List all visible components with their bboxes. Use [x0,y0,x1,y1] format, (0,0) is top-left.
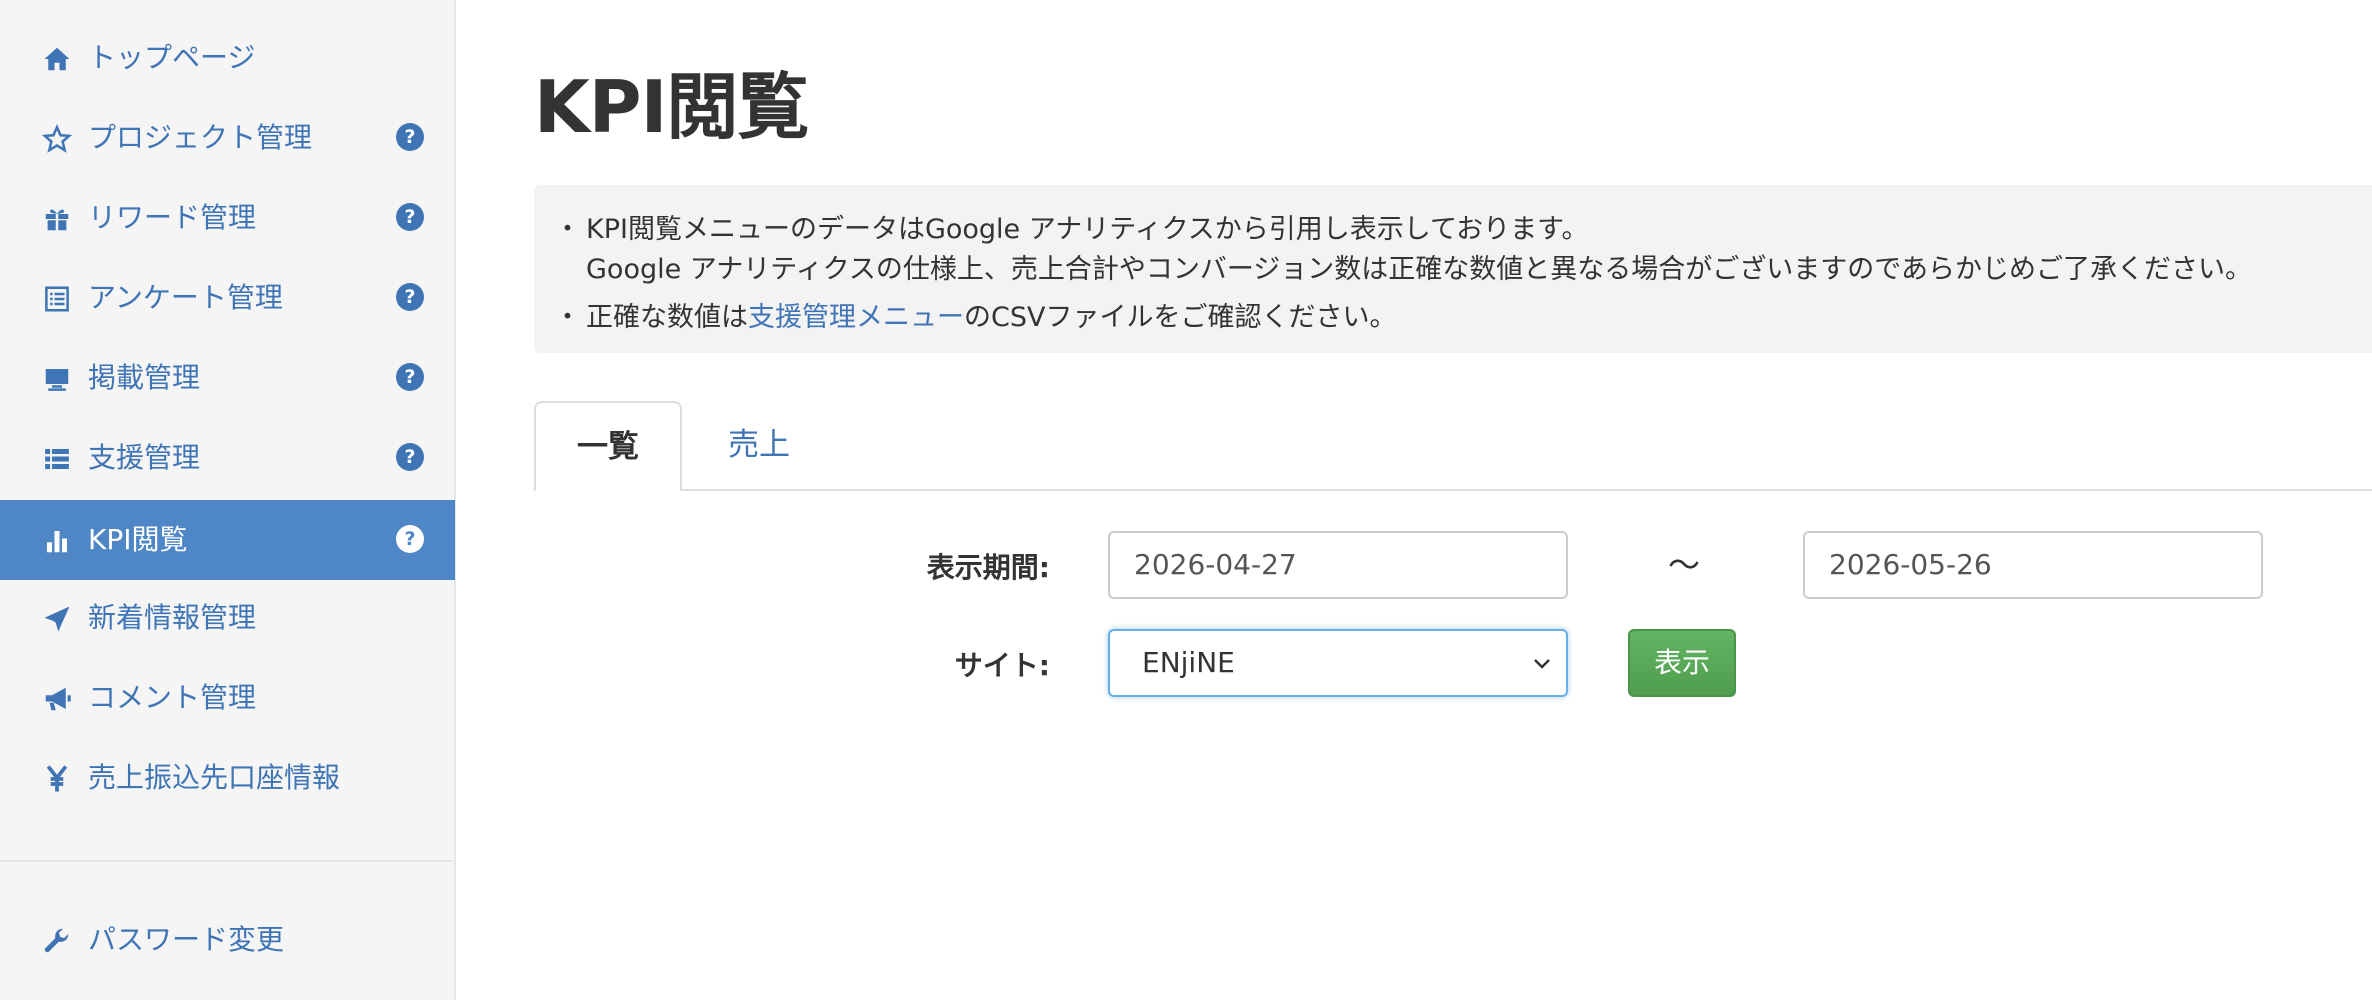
bar-chart-icon [40,524,74,558]
monitor-icon [40,362,74,396]
site-select[interactable]: ENjiNE [1108,629,1568,697]
sidebar-item-label: トップページ [88,41,256,74]
sidebar-item-kpi[interactable]: KPI閲覧 ? [0,500,455,580]
megaphone-icon [40,682,74,716]
star-icon [40,122,74,156]
help-icon[interactable]: ? [396,443,424,471]
notice-box: ・ KPI閲覧メニューのデータはGoogle アナリティクスから引用し表示してお… [534,185,2372,353]
period-label: 表示期間: [926,551,1050,584]
support-menu-link[interactable]: 支援管理メニュー [748,302,964,333]
notice-line: KPI閲覧メニューのデータはGoogle アナリティクスから引用し表示しておりま… [586,214,1589,245]
sidebar-item-bank-account[interactable]: 売上振込先口座情報 [0,738,455,818]
sidebar-item-password-change[interactable]: パスワード変更 [0,900,455,980]
sidebar-item-label: KPI閲覧 [88,523,188,556]
sidebar-item-support[interactable]: 支援管理 ? [0,418,455,498]
sidebar-item-survey[interactable]: アンケート管理 ? [0,258,455,338]
help-icon[interactable]: ? [396,363,424,391]
bullet-mark: ・ [554,214,581,245]
sidebar-item-project[interactable]: プロジェクト管理 ? [0,98,455,178]
help-icon[interactable]: ? [396,203,424,231]
sidebar-item-label: 新着情報管理 [88,601,257,634]
home-icon [40,42,74,76]
date-to-input[interactable]: 2026-05-26 [1803,531,2263,599]
range-separator: 〜 [1668,546,1701,584]
help-icon[interactable]: ? [396,525,424,553]
sidebar-item-listing[interactable]: 掲載管理 ? [0,338,455,418]
sidebar-item-label: パスワード変更 [88,923,285,956]
notice-text: のCSVファイルをご確認ください。 [964,302,1397,333]
sidebar-divider [0,860,455,862]
list-icon [40,442,74,476]
sidebar-item-label: コメント管理 [88,681,257,714]
sidebar-item-label: 売上振込先口座情報 [88,761,341,794]
display-button[interactable]: 表示 [1628,629,1736,697]
sidebar-item-reward[interactable]: リワード管理 ? [0,178,455,258]
tab-list[interactable]: 一覧 [534,401,682,492]
sidebar-item-label: リワード管理 [88,201,257,234]
date-from-input[interactable]: 2026-04-27 [1108,531,1568,599]
wrench-icon [40,924,74,958]
site-select-value: ENjiNE [1142,646,1235,679]
sidebar-item-comments[interactable]: コメント管理 [0,658,455,738]
notice-line: Google アナリティクスの仕様上、売上合計やコンバージョン数は正確な数値と異… [586,254,2253,285]
sidebar: トップページ プロジェクト管理 ? リワード管理 ? アンケート管理 ? 掲載管… [0,0,456,1000]
help-icon[interactable]: ? [396,123,424,151]
sidebar-item-label: 掲載管理 [88,361,201,394]
sidebar-item-label: アンケート管理 [88,281,283,314]
tab-sales[interactable]: 売上 [700,401,818,491]
sidebar-item-label: 支援管理 [88,441,201,474]
notice-text: 正確な数値は [586,302,748,333]
page-title: KPI閲覧 [534,65,809,149]
list-alt-icon [40,282,74,316]
gift-icon [40,202,74,236]
bullet-mark: ・ [554,302,581,333]
sidebar-item-news[interactable]: 新着情報管理 [0,578,455,658]
paper-plane-icon [40,602,74,636]
notice-line: 正確な数値は支援管理メニューのCSVファイルをご確認ください。 [586,295,1396,334]
sidebar-item-top-page[interactable]: トップページ [0,18,455,98]
chevron-down-icon [1534,659,1550,669]
yen-icon [40,762,74,796]
site-label: サイト: [954,649,1050,682]
help-icon[interactable]: ? [396,283,424,311]
sidebar-item-label: プロジェクト管理 [88,121,313,154]
